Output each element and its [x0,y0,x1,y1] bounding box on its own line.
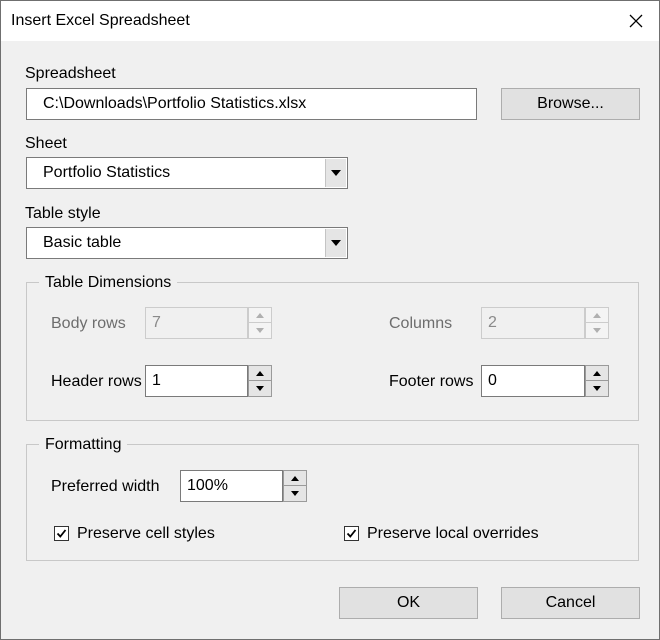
columns-down-button[interactable] [585,323,609,339]
sheet-label: Sheet [25,135,67,152]
preferred-width-spinner[interactable] [283,470,307,502]
table-style-dropdown[interactable]: Basic table [26,227,348,259]
table-dimensions-group [26,282,639,421]
close-button[interactable] [613,1,659,41]
table-style-dropdown-button[interactable] [325,229,346,257]
ok-button[interactable]: OK [339,587,478,619]
body-rows-up-button[interactable] [248,307,272,323]
footer-rows-spinner[interactable] [585,365,609,397]
spin-down-icon [291,491,299,496]
dialog-window: Insert Excel Spreadsheet Spreadsheet C:\… [0,0,660,640]
check-icon [346,529,357,538]
footer-rows-label: Footer rows [389,373,474,390]
header-rows-label: Header rows [51,373,142,390]
spreadsheet-path-field[interactable]: C:\Downloads\Portfolio Statistics.xlsx [26,88,477,120]
sheet-dropdown[interactable]: Portfolio Statistics [26,157,348,189]
preserve-cell-styles-checkbox[interactable] [54,526,69,541]
body-rows-label: Body rows [51,315,126,332]
spin-down-icon [593,328,601,333]
footer-rows-down-button[interactable] [585,381,609,397]
sheet-dropdown-button[interactable] [325,159,346,187]
preferred-width-label: Preferred width [51,478,160,495]
window-title: Insert Excel Spreadsheet [11,12,190,29]
columns-spinner[interactable] [585,307,609,339]
spin-up-icon [256,312,264,318]
footer-rows-up-button[interactable] [585,365,609,381]
header-rows-down-button[interactable] [248,381,272,397]
body-rows-spinner[interactable] [248,307,272,339]
preserve-cell-styles-label[interactable]: Preserve cell styles [77,525,215,543]
preferred-width-up-button[interactable] [283,470,307,486]
preserve-local-overrides-label[interactable]: Preserve local overrides [367,525,539,543]
check-icon [56,529,67,538]
spin-up-icon [593,370,601,376]
spin-up-icon [291,475,299,481]
columns-up-button[interactable] [585,307,609,323]
chevron-down-icon [331,240,341,246]
spin-down-icon [256,328,264,333]
spin-down-icon [593,386,601,391]
preserve-local-overrides-checkbox[interactable] [344,526,359,541]
header-rows-up-button[interactable] [248,365,272,381]
browse-button[interactable]: Browse... [501,88,640,120]
cancel-button[interactable]: Cancel [501,587,640,619]
table-dimensions-title: Table Dimensions [39,274,178,292]
formatting-title: Formatting [39,436,128,454]
spin-up-icon [256,370,264,376]
sheet-selected-value: Portfolio Statistics [43,164,171,181]
formatting-group [26,444,639,561]
body-rows-field[interactable]: 7 [145,307,248,339]
table-style-selected-value: Basic table [43,234,122,251]
title-bar: Insert Excel Spreadsheet [1,1,659,41]
table-style-label: Table style [25,205,101,222]
spin-up-icon [593,312,601,318]
close-icon [629,14,643,28]
spreadsheet-label: Spreadsheet [25,65,116,82]
body-rows-down-button[interactable] [248,323,272,339]
chevron-down-icon [331,170,341,176]
columns-field[interactable]: 2 [481,307,585,339]
preferred-width-field[interactable]: 100% [180,470,283,502]
footer-rows-field[interactable]: 0 [481,365,585,397]
columns-label: Columns [389,315,453,332]
spin-down-icon [256,386,264,391]
header-rows-field[interactable]: 1 [145,365,248,397]
header-rows-spinner[interactable] [248,365,272,397]
preferred-width-down-button[interactable] [283,486,307,502]
